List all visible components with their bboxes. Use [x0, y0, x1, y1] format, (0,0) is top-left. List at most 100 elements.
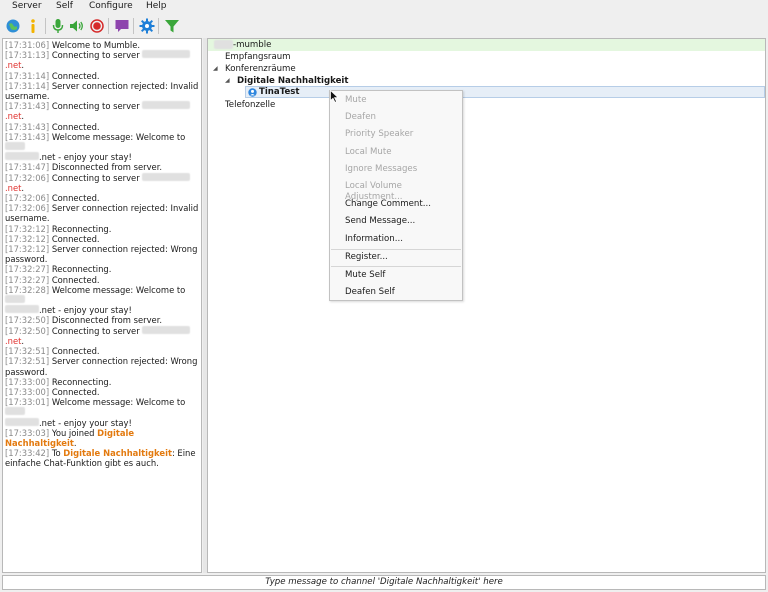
redacted-hostname — [5, 142, 25, 151]
log-line: [17:31:43] Connecting to server .net. — [5, 101, 199, 121]
menu-item-send-message[interactable]: Send Message... — [345, 216, 415, 227]
log-timestamp: [17:32:51] — [5, 346, 50, 357]
log-line: [17:32:12] Connected. — [5, 234, 199, 244]
log-text: Reconnecting. — [49, 264, 112, 275]
log-text: . — [21, 111, 25, 122]
server-link[interactable]: .net — [5, 336, 21, 346]
server-link[interactable]: .net — [5, 183, 21, 193]
log-timestamp: [17:31:14] — [5, 70, 50, 81]
log-text: Welcome to Mumble. — [49, 40, 141, 50]
log-text: . — [21, 60, 25, 71]
toolbar-separator — [45, 18, 46, 34]
log-timestamp: [17:32:06] — [5, 203, 50, 214]
log-text: . — [73, 437, 77, 448]
log-text: .net - enjoy your stay! — [39, 417, 132, 428]
log-timestamp: [17:32:06] — [5, 193, 50, 204]
log-line: [17:32:51] Connected. — [5, 346, 199, 356]
menu-item-mute-self[interactable]: Mute Self — [345, 270, 385, 281]
menu-separator — [331, 249, 461, 250]
menu-item-deafen: Deafen — [345, 112, 376, 122]
redacted-hostname — [5, 295, 25, 304]
log-line: [17:31:13] Connecting to server .net. — [5, 50, 199, 70]
microphone-icon[interactable] — [49, 17, 67, 35]
log-timestamp: [17:31:06] — [5, 40, 50, 50]
menu-configure[interactable]: Configure — [89, 1, 133, 11]
log-timestamp: [17:31:47] — [5, 162, 50, 173]
toolbar-separator — [108, 18, 109, 34]
log-line: [17:31:06] Welcome to Mumble. — [5, 40, 199, 50]
menu-self[interactable]: Self — [56, 1, 73, 11]
log-lines: [17:31:06] Welcome to Mumble. [17:31:13] … — [5, 40, 199, 469]
comment-icon[interactable] — [113, 17, 131, 35]
log-text: You joined — [49, 427, 98, 438]
log-text: Connected. — [49, 233, 100, 244]
log-text: Connected. — [49, 274, 100, 285]
menu-separator — [331, 266, 461, 267]
expand-arrow-icon[interactable]: ◢ — [225, 75, 230, 87]
globe-icon[interactable] — [4, 17, 22, 35]
chat-log[interactable]: [17:31:06] Welcome to Mumble. [17:31:13] … — [2, 38, 202, 573]
log-line: [17:32:50] Connecting to server .net. — [5, 325, 199, 346]
log-line: [17:33:42] To Digitale Nachhaltigkeit: E… — [5, 448, 199, 468]
tree-server-row[interactable]: -mumble — [208, 39, 765, 51]
log-text: Connected. — [49, 193, 100, 204]
server-link[interactable]: .net — [5, 60, 21, 70]
log-line: [17:31:47] Disconnected from server. — [5, 162, 199, 172]
log-text: .net - enjoy your stay! — [39, 305, 132, 316]
log-timestamp: [17:32:50] — [5, 315, 50, 326]
log-timestamp: [17:32:12] — [5, 244, 50, 255]
log-line: [17:32:06] Connecting to server .net. — [5, 172, 199, 193]
tree-channel-konferenzraeume[interactable]: ◢ Konferenzräume — [208, 63, 765, 75]
log-text: Connected. — [49, 121, 100, 132]
info-icon[interactable] — [24, 17, 42, 35]
log-text: To — [49, 448, 64, 459]
redacted-hostname — [5, 417, 39, 426]
menu-item-mute: Mute — [345, 95, 367, 105]
tree-channel-empfangsraum[interactable]: Empfangsraum — [208, 51, 765, 63]
log-line: [17:32:27] Connected. — [5, 275, 199, 285]
log-text: Connecting to server — [49, 325, 143, 336]
menu-item-information[interactable]: Information... — [345, 234, 403, 245]
log-timestamp: [17:32:27] — [5, 274, 50, 285]
log-timestamp: [17:32:50] — [5, 325, 50, 336]
log-line: [17:33:03] You joined Digitale Nachhalti… — [5, 428, 199, 448]
filter-icon[interactable] — [163, 17, 181, 35]
user-talking-icon — [248, 88, 257, 97]
menu-item-change-comment[interactable]: Change Comment... — [345, 199, 431, 210]
log-line: [17:31:14] Connected. — [5, 71, 199, 81]
log-line: [17:33:00] Connected. — [5, 387, 199, 397]
log-timestamp: [17:31:43] — [5, 131, 50, 142]
menu-item-register[interactable]: Register... — [345, 252, 388, 263]
menu-server[interactable]: Server — [12, 1, 42, 11]
log-timestamp: [17:33:00] — [5, 386, 50, 397]
channel-label: Konferenzräume — [225, 64, 296, 74]
channel-link[interactable]: Digitale Nachhaltigkeit — [63, 448, 172, 458]
log-timestamp: [17:32:12] — [5, 233, 50, 244]
menubar: Server Self Configure Help — [0, 0, 768, 14]
log-text: .net - enjoy your stay! — [39, 152, 132, 163]
menu-help[interactable]: Help — [146, 1, 167, 11]
log-line: [17:32:12] Reconnecting. — [5, 224, 199, 234]
log-timestamp: [17:33:03] — [5, 427, 50, 438]
user-context-menu: Mute Deafen Priority Speaker Local Mute Igno… — [329, 90, 463, 301]
log-text: Connected. — [49, 346, 100, 357]
speaker-icon[interactable] — [68, 17, 86, 35]
channel-tree[interactable]: -mumble Empfangsraum ◢ Konferenzräume ◢ … — [207, 38, 766, 573]
gear-icon[interactable] — [138, 17, 156, 35]
tree-channel-telefonzelle[interactable]: Telefonzelle — [208, 99, 765, 111]
log-text: . — [21, 335, 25, 346]
log-timestamp: [17:31:43] — [5, 101, 50, 112]
log-timestamp: [17:32:51] — [5, 356, 50, 367]
log-line: [17:32:06] Server connection rejected: I… — [5, 203, 199, 223]
chat-message-input[interactable]: Type message to channel 'Digitale Nachha… — [2, 575, 766, 590]
menu-item-deafen-self[interactable]: Deafen Self — [345, 287, 395, 298]
log-line: [17:32:28] Welcome message: Welcome to .… — [5, 285, 199, 316]
log-timestamp: [17:31:14] — [5, 80, 50, 91]
log-timestamp: [17:32:12] — [5, 223, 50, 234]
record-icon[interactable] — [88, 17, 106, 35]
menu-item-priority-speaker: Priority Speaker — [345, 129, 414, 139]
log-line: [17:31:43] Connected. — [5, 122, 199, 132]
expand-arrow-icon[interactable]: ◢ — [213, 63, 218, 75]
server-link[interactable]: .net — [5, 111, 21, 121]
tree-user-row[interactable]: TinaTest — [245, 86, 765, 98]
